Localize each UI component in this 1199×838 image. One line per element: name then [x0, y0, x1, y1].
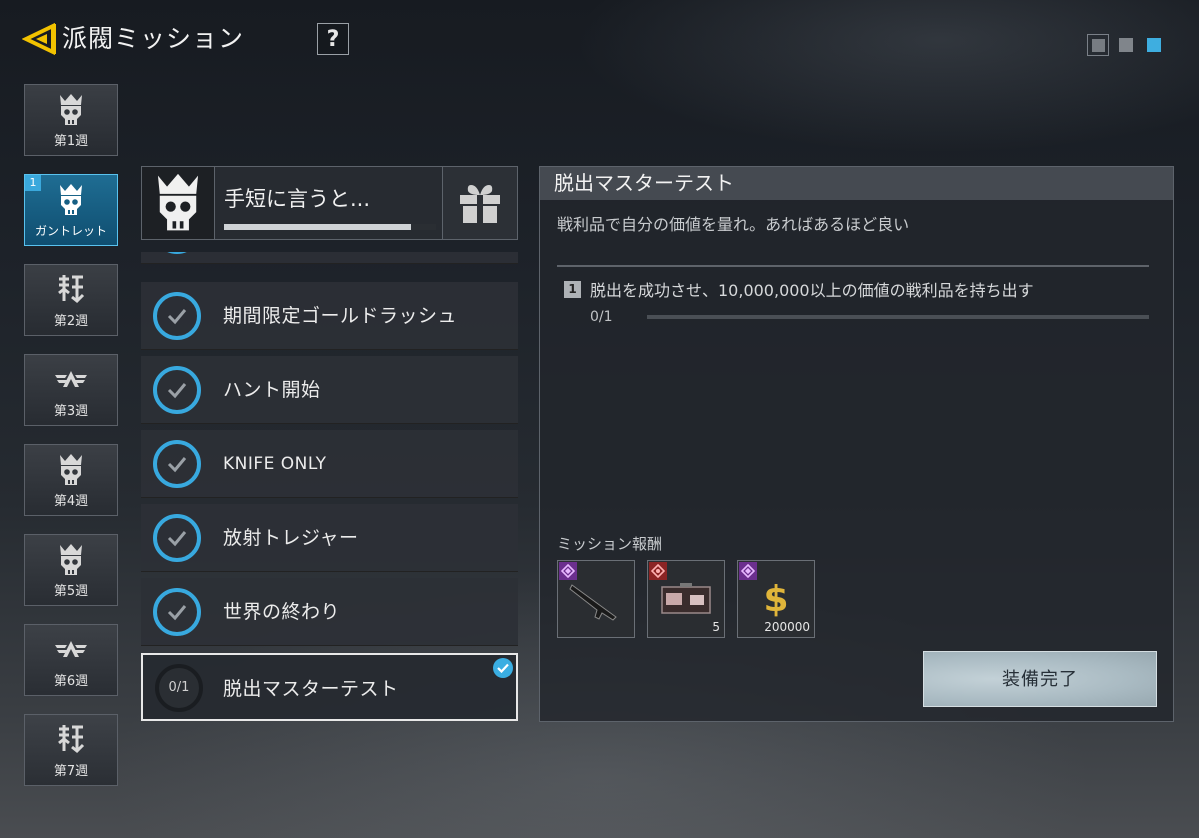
- objective-text: 脱出を成功させ、10,000,000以上の価値の戦利品を持ち出す: [590, 281, 1034, 300]
- case-icon: [661, 583, 711, 614]
- kanji-emblem-icon: [58, 725, 85, 754]
- reward-quantity: 5: [712, 620, 720, 634]
- mission-name: KNIFE ONLY: [223, 454, 327, 474]
- skull-crown-icon: [60, 184, 82, 215]
- list-item-mission[interactable]: ハント開始: [141, 356, 518, 424]
- list-item-mission-selected[interactable]: 0/1 脱出マスターテスト: [141, 653, 518, 721]
- reward-item-case[interactable]: 5: [647, 560, 725, 638]
- list-item-mission[interactable]: 世界の終わり: [141, 578, 518, 646]
- mission-name: 期間限定ゴールドラッシュ: [223, 305, 458, 327]
- rifle-icon: [569, 584, 617, 621]
- week-label: 第5週: [53, 584, 89, 599]
- mission-name: 放射トレジャー: [223, 527, 359, 549]
- list-item-mission[interactable]: 放射トレジャー: [141, 504, 518, 572]
- week-label: 第7週: [53, 764, 89, 779]
- faction-emblem: [142, 167, 215, 239]
- mission-name: 世界の終わり: [223, 601, 341, 623]
- skull-crown-icon: [60, 454, 82, 485]
- week-tab-1[interactable]: 第1週: [24, 84, 118, 156]
- week-tab-4[interactable]: 第4週: [24, 444, 118, 516]
- mission-progress-ring: 0/1: [155, 664, 203, 712]
- svg-text:$: $: [763, 579, 788, 620]
- reward-quantity: 200000: [764, 620, 810, 634]
- faction-progress-bar: [224, 224, 436, 230]
- week-tab-5[interactable]: 第5週: [24, 534, 118, 606]
- week-label: 第2週: [53, 314, 89, 329]
- skull-crown-icon: [60, 544, 82, 575]
- week-tab-2[interactable]: 第2週: [24, 264, 118, 336]
- mission-description: 戦利品で自分の価値を量れ。あればあるほど良い: [557, 215, 910, 234]
- skull-crown-icon: [60, 94, 82, 125]
- gift-button[interactable]: [442, 167, 517, 239]
- week-label: 第6週: [53, 674, 89, 689]
- completed-check-icon: [153, 440, 201, 488]
- page-dot-3-active[interactable]: [1147, 38, 1161, 52]
- page-indicator: [1087, 34, 1161, 56]
- list-item-mission[interactable]: 期間限定ゴールドラッシュ: [141, 282, 518, 350]
- wings-emblem-icon: [55, 371, 87, 387]
- dollar-icon: $: [763, 579, 788, 620]
- mission-name: ハント開始: [223, 379, 321, 401]
- completed-check-icon: [153, 252, 201, 254]
- equip-complete-button[interactable]: 装備完了: [923, 651, 1157, 707]
- week-tab-6[interactable]: 第6週: [24, 624, 118, 696]
- week-tab-gauntlet[interactable]: 1 ガントレット: [24, 174, 118, 246]
- mission-detail-panel: 脱出マスターテスト 戦利品で自分の価値を量れ。あればあるほど良い 1 脱出を成功…: [539, 166, 1174, 722]
- page-title: 派閥ミッション: [62, 24, 245, 53]
- reward-item-cash[interactable]: $ 200000: [737, 560, 815, 638]
- week-label: 第1週: [53, 134, 89, 149]
- reward-label: ミッション報酬: [557, 535, 663, 553]
- objective-count: 0/1: [590, 309, 613, 325]
- completed-check-icon: [153, 292, 201, 340]
- page-dot-2[interactable]: [1119, 38, 1133, 52]
- objective-progress-bar: [647, 315, 1149, 319]
- faction-header: 手短に言うと...: [141, 166, 518, 240]
- back-button[interactable]: [21, 22, 56, 56]
- week-label: 第3週: [53, 404, 89, 419]
- objective-number: 1: [564, 281, 581, 298]
- mission-list[interactable]: 期間限定ゴールドラッシュ ハント開始 KNIFE ONLY 放射トレジャー 世界…: [141, 252, 518, 722]
- week-label: 第4週: [53, 494, 89, 509]
- list-item-mission[interactable]: KNIFE ONLY: [141, 430, 518, 498]
- help-button[interactable]: ?: [317, 23, 349, 55]
- page-dot-1[interactable]: [1087, 34, 1109, 56]
- faction-name: 手短に言うと...: [224, 187, 371, 211]
- reward-item-rifle[interactable]: [557, 560, 635, 638]
- wings-emblem-icon: [55, 641, 87, 657]
- week-label: ガントレット: [34, 224, 107, 238]
- mission-detail-title: 脱出マスターテスト: [540, 167, 1173, 200]
- week-tab-3[interactable]: 第3週: [24, 354, 118, 426]
- completed-check-icon: [153, 366, 201, 414]
- list-item-mission-partial[interactable]: [141, 252, 518, 264]
- completed-check-icon: [153, 514, 201, 562]
- kanji-emblem-icon: [58, 275, 85, 304]
- skull-crown-icon: [157, 173, 199, 231]
- completed-check-icon: [153, 588, 201, 636]
- gift-icon: [460, 185, 500, 223]
- divider: [557, 265, 1149, 267]
- back-arrow-icon: [21, 22, 56, 56]
- reward-list: 5 $ 200000: [557, 560, 815, 638]
- mission-name: 脱出マスターテスト: [223, 678, 399, 700]
- week-tab-7[interactable]: 第7週: [24, 714, 118, 786]
- selected-check-icon: [493, 658, 513, 678]
